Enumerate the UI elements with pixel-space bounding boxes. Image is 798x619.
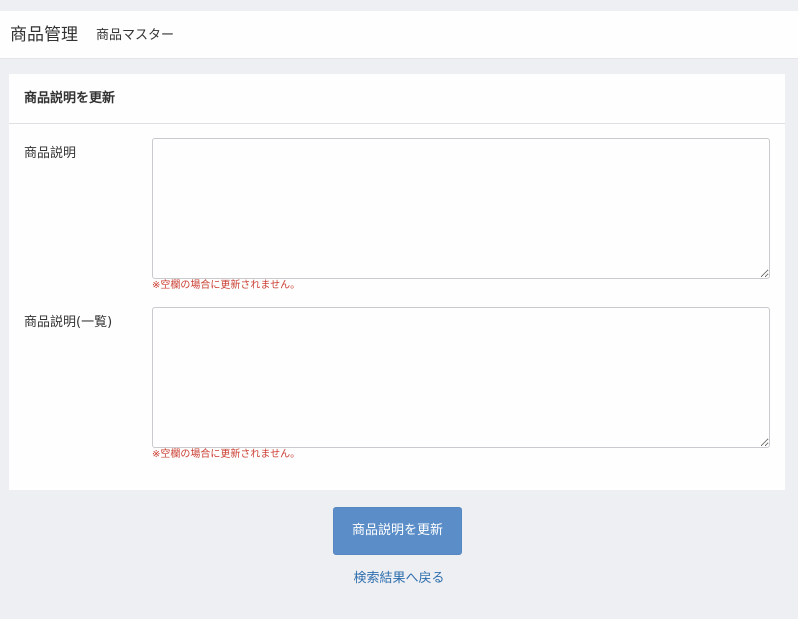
list-description-textarea[interactable] [152, 307, 770, 448]
update-description-panel: 商品説明を更新 商品説明 ※空欄の場合に更新されません。 商品説明(一覧) ※空… [9, 74, 785, 490]
update-description-button[interactable]: 商品説明を更新 [333, 507, 462, 555]
page-header: 商品管理 商品マスター [0, 11, 798, 59]
panel-header: 商品説明を更新 [9, 74, 785, 124]
list-description-label: 商品説明(一覧) [24, 315, 113, 330]
list-description-note: ※空欄の場合に更新されません。 [152, 449, 301, 460]
back-to-search-results-link[interactable]: 検索結果へ戻る [0, 571, 798, 587]
panel-title: 商品説明を更新 [24, 91, 116, 106]
description-textarea[interactable] [152, 138, 770, 279]
page-title: 商品管理 [10, 25, 78, 45]
description-label: 商品説明 [24, 146, 77, 161]
page-subtitle: 商品マスター [96, 28, 175, 43]
description-note: ※空欄の場合に更新されません。 [152, 280, 301, 291]
